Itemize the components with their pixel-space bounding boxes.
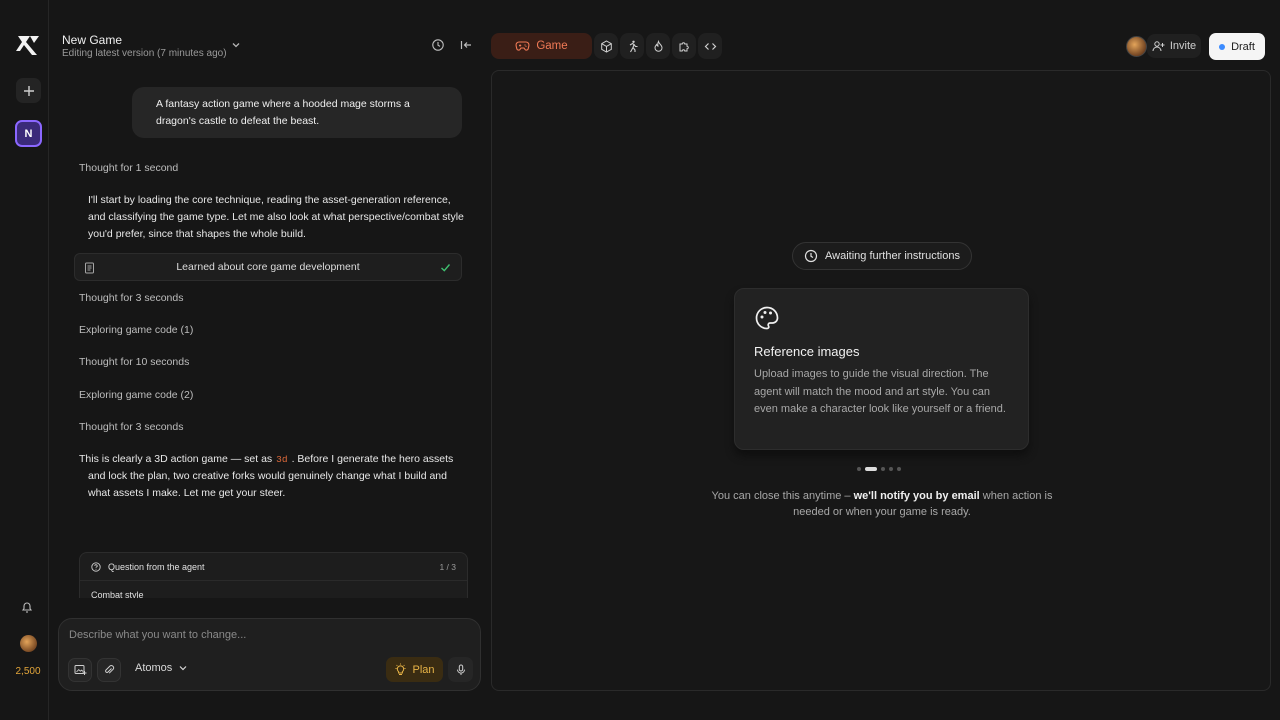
tip-card: Reference images Upload images to guide … [734, 288, 1029, 450]
view-tabs: Game [491, 33, 722, 59]
tab-animation[interactable] [620, 33, 644, 59]
user-avatar[interactable] [20, 635, 37, 652]
chat-panel: New Game Editing latest version (7 minut… [50, 0, 490, 720]
tab-plugins[interactable] [672, 33, 696, 59]
invite-label: Invite [1169, 40, 1197, 52]
paperclip-icon [105, 665, 115, 674]
question-circle-icon [91, 562, 101, 572]
question-header: Question from the agent 1 / 3 [80, 553, 467, 581]
agent-message-2-text-a: This is clearly a 3D action game — set a… [79, 453, 273, 465]
lightbulb-icon [395, 663, 406, 675]
thought-toggle-2[interactable]: Thought for 3 seconds [79, 292, 183, 304]
flame-icon [653, 39, 663, 52]
thought-toggle-1[interactable]: Thought for 1 second [79, 162, 178, 174]
question-label: Question from the agent [108, 562, 205, 572]
tab-game-label: Game [536, 40, 568, 52]
carousel-dot[interactable] [897, 467, 901, 471]
figure-icon [629, 40, 637, 52]
tab-assets[interactable] [594, 33, 618, 59]
user-message: A fantasy action game where a hooded mag… [132, 87, 462, 138]
plan-label: Plan [412, 663, 435, 676]
prompt-input[interactable] [69, 629, 449, 641]
project-title[interactable]: New Game [62, 33, 122, 47]
collaborator-avatar [1126, 36, 1147, 57]
plan-toggle-button[interactable]: Plan [386, 657, 443, 682]
microphone-icon [456, 664, 465, 675]
user-plus-icon [1152, 41, 1165, 52]
notice-text-bold: we'll notify you by email [853, 490, 980, 502]
draft-label: Draft [1231, 40, 1255, 53]
new-project-button[interactable] [16, 78, 41, 103]
cube-icon [600, 39, 612, 53]
question-topic: Combat style [91, 590, 144, 598]
agent-message-2: This is clearly a 3D action game — set a… [79, 451, 459, 502]
learned-step[interactable]: Learned about core game development [74, 253, 462, 281]
draft-status-button[interactable]: Draft [1209, 33, 1265, 60]
project-avatar-button[interactable]: N [15, 120, 42, 147]
tip-card-title: Reference images [754, 344, 860, 359]
tip-card-body: Upload images to guide the visual direct… [754, 368, 1006, 415]
status-text: Awaiting further instructions [825, 250, 960, 262]
carousel-dot[interactable] [865, 467, 877, 471]
notice-text-a: You can close this anytime – [711, 490, 854, 502]
agent-question-card: Question from the agent 1 / 3 Combat sty… [79, 552, 468, 598]
carousel-dot[interactable] [881, 467, 885, 471]
code-icon [704, 42, 716, 50]
image-upload-button[interactable] [68, 658, 92, 682]
left-rail: N 2,500 [0, 0, 49, 720]
check-icon [440, 262, 451, 273]
history-clock-icon[interactable] [431, 38, 447, 54]
invite-button[interactable]: Invite [1147, 34, 1201, 58]
clock-icon [804, 249, 818, 263]
tab-effects[interactable] [646, 33, 670, 59]
thought-toggle-4[interactable]: Thought for 3 seconds [79, 421, 183, 433]
email-notice: You can close this anytime – we'll notif… [702, 489, 1062, 520]
composer: Atomos Plan [58, 618, 481, 691]
credits-count: 2,500 [15, 666, 41, 677]
explore-code-1[interactable]: Exploring game code (1) [79, 324, 193, 336]
chevron-down-icon[interactable] [230, 39, 242, 51]
attach-button[interactable] [97, 658, 121, 682]
model-label: Atomos [135, 662, 173, 674]
carousel-dot[interactable] [889, 467, 893, 471]
image-add-icon [74, 665, 86, 675]
learned-step-label: Learned about core game development [176, 261, 360, 273]
thought-toggle-3[interactable]: Thought for 10 seconds [79, 356, 189, 368]
question-counter: 1 / 3 [439, 562, 456, 572]
gamepad-icon [515, 41, 530, 51]
tab-code[interactable] [698, 33, 722, 59]
carousel-dots [857, 467, 901, 471]
game-preview-panel: Awaiting further instructions Reference … [491, 70, 1271, 691]
plus-icon [23, 85, 34, 96]
collapse-panel-icon[interactable] [459, 38, 475, 54]
mode-code-tag: 3d [276, 454, 288, 465]
tab-game[interactable]: Game [491, 33, 592, 59]
app-logo-icon[interactable] [15, 33, 41, 57]
voice-input-button[interactable] [448, 657, 473, 682]
explore-code-2[interactable]: Exploring game code (2) [79, 389, 193, 401]
version-status: Editing latest version (7 minutes ago) [62, 48, 227, 59]
palette-icon [754, 305, 780, 331]
draft-status-dot [1219, 43, 1226, 50]
notifications-bell-icon[interactable] [20, 600, 36, 616]
status-pill: Awaiting further instructions [792, 242, 972, 270]
agent-message-1: I'll start by loading the core technique… [88, 194, 464, 240]
chevron-down-icon [179, 666, 187, 671]
model-selector[interactable]: Atomos [135, 662, 188, 674]
puzzle-icon [679, 41, 689, 51]
carousel-dot[interactable] [857, 467, 861, 471]
